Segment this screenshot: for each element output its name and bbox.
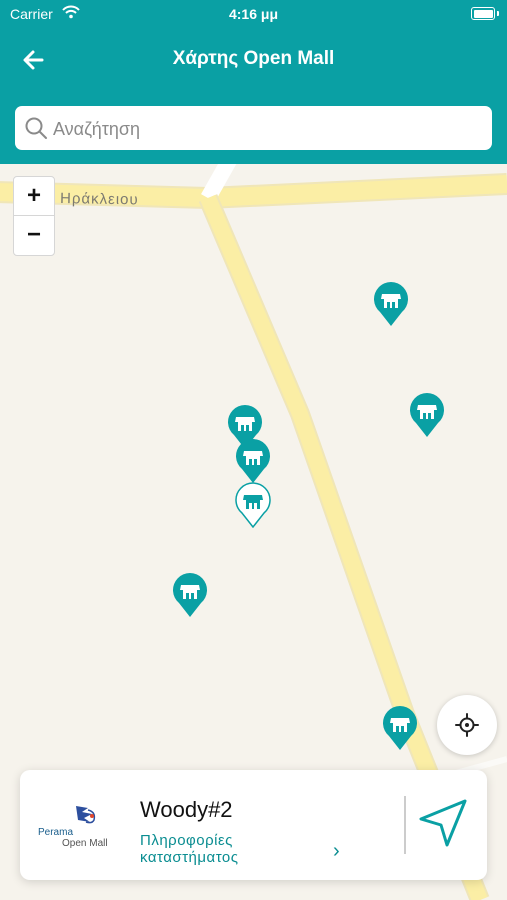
- store-pin-icon[interactable]: [171, 572, 209, 618]
- search-bar-container: [0, 92, 507, 164]
- store-pin-icon[interactable]: [408, 392, 446, 438]
- store-pin-icon[interactable]: [372, 281, 410, 327]
- chevron-right-icon[interactable]: ›: [333, 840, 340, 863]
- navigation-bar: Χάρτης Open Mall: [0, 28, 507, 92]
- search-icon: [25, 117, 47, 139]
- store-pin-icon[interactable]: [234, 438, 272, 484]
- store-pin-icon[interactable]: [381, 705, 419, 751]
- clock: 4:16 μμ: [228, 6, 279, 22]
- page-title: Χάρτης Open Mall: [172, 48, 335, 69]
- locate-me-button[interactable]: [437, 695, 497, 755]
- battery-icon: [471, 7, 495, 20]
- zoom-controls: + −: [13, 176, 55, 256]
- logo-text-open-mall: Open Mall: [62, 838, 108, 849]
- status-bar: Carrier 4:16 μμ: [0, 0, 507, 28]
- crosshair-icon: [455, 713, 479, 737]
- search-box[interactable]: [15, 106, 492, 150]
- logo-text-perama: Perama: [38, 827, 74, 838]
- zoom-in-button[interactable]: +: [14, 177, 54, 216]
- selected-store-pin-icon[interactable]: [234, 482, 272, 528]
- store-info-link[interactable]: Πληροφορίες καταστήματος: [140, 832, 310, 866]
- card-divider: [404, 796, 406, 854]
- store-name: Woody#2: [140, 797, 233, 822]
- navigate-arrow-icon[interactable]: [415, 795, 471, 851]
- zoom-out-button[interactable]: −: [14, 216, 54, 254]
- street-label: Ηράκλειου: [60, 190, 139, 208]
- search-input[interactable]: [51, 114, 475, 144]
- battery-tip: [497, 11, 499, 16]
